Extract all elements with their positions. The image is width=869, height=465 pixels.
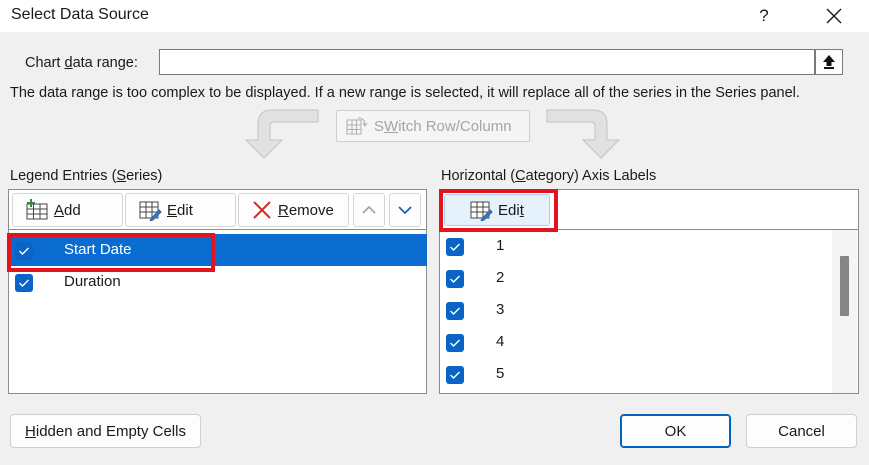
axis-label-value: 2 — [496, 269, 505, 286]
checkmark-icon — [19, 279, 29, 287]
range-info-text: The data range is too complex to be disp… — [10, 85, 800, 101]
axis-labels-title: Horizontal (Category) Axis Labels — [441, 168, 657, 184]
axis-label-value: 5 — [496, 365, 505, 382]
ok-button[interactable]: OK — [620, 414, 731, 448]
legend-entries-title: Legend Entries (Series) — [10, 168, 163, 184]
series-name: Duration — [64, 273, 121, 290]
chart-data-range-input[interactable] — [159, 49, 815, 75]
switch-grid-icon — [346, 116, 368, 136]
checkmark-icon — [450, 243, 460, 251]
series-checkbox[interactable] — [15, 274, 33, 292]
edit-series-button[interactable]: Edit — [125, 193, 236, 227]
checkmark-icon — [450, 339, 460, 347]
axis-label-checkbox[interactable] — [446, 270, 464, 288]
chevron-down-icon — [398, 206, 412, 215]
right-down-arrow-icon — [546, 109, 621, 159]
axis-label-value: 4 — [496, 333, 505, 350]
edit-axis-labels-label: Edit — [498, 201, 524, 219]
edit-table-icon — [469, 199, 493, 221]
axis-label-row[interactable]: 5 — [441, 358, 833, 390]
checkmark-icon — [450, 371, 460, 379]
series-row-duration[interactable]: Duration — [10, 266, 427, 298]
help-icon: ? — [759, 6, 769, 25]
axis-label-checkbox[interactable] — [446, 334, 464, 352]
close-button[interactable] — [812, 0, 856, 32]
axis-label-checkbox[interactable] — [446, 238, 464, 256]
axis-label-checkbox[interactable] — [446, 366, 464, 384]
switch-row-column-label: SWitch Row/Column — [374, 117, 512, 135]
axis-labels-panel: Edit 1 2 3 4 5 — [439, 189, 859, 394]
hidden-empty-cells-button[interactable]: Hidden and Empty Cells — [10, 414, 201, 448]
scrollbar-thumb[interactable] — [840, 256, 849, 316]
dialog-title: Select Data Source — [11, 6, 149, 23]
add-series-button[interactable]: Add — [12, 193, 123, 227]
remove-series-button[interactable]: Remove — [238, 193, 349, 227]
edit-table-icon — [138, 199, 162, 221]
help-button[interactable]: ? — [748, 0, 780, 32]
switch-row-column-button[interactable]: SWitch Row/Column — [336, 110, 530, 142]
close-icon — [826, 8, 842, 24]
axis-label-checkbox[interactable] — [446, 302, 464, 320]
add-table-icon — [25, 199, 49, 221]
hidden-empty-cells-label: Hidden and Empty Cells — [25, 422, 186, 440]
axis-label-row[interactable]: 1 — [441, 230, 833, 262]
chevron-up-icon — [362, 205, 376, 214]
axis-label-value: 3 — [496, 301, 505, 318]
series-row-start-date[interactable]: Start Date — [10, 234, 427, 266]
checkmark-icon — [450, 275, 460, 283]
edit-axis-labels-button[interactable]: Edit — [444, 194, 550, 226]
move-down-button[interactable] — [389, 193, 421, 227]
checkmark-icon — [19, 247, 29, 255]
move-up-button[interactable] — [353, 193, 385, 227]
add-series-label: Add — [54, 201, 81, 219]
remove-series-label: Remove — [278, 201, 334, 219]
left-down-arrow-icon — [244, 109, 319, 159]
chart-data-range-label: Chart data range: — [25, 55, 138, 71]
checkmark-icon — [450, 307, 460, 315]
remove-x-icon — [251, 200, 273, 220]
cancel-button[interactable]: Cancel — [746, 414, 857, 448]
series-checkbox[interactable] — [15, 242, 33, 260]
axis-label-row[interactable]: 3 — [441, 294, 833, 326]
legend-entries-panel: Add Edit Remove Start Date Duration — [8, 189, 427, 394]
edit-series-label: Edit — [167, 201, 193, 219]
axis-label-value: 1 — [496, 237, 505, 254]
axis-label-row[interactable]: 4 — [441, 326, 833, 358]
axis-label-row[interactable]: 2 — [441, 262, 833, 294]
collapse-dialog-button[interactable] — [815, 49, 843, 75]
series-name: Start Date — [64, 241, 132, 258]
upload-arrow-icon — [823, 55, 835, 69]
toolbar-divider — [9, 229, 426, 230]
